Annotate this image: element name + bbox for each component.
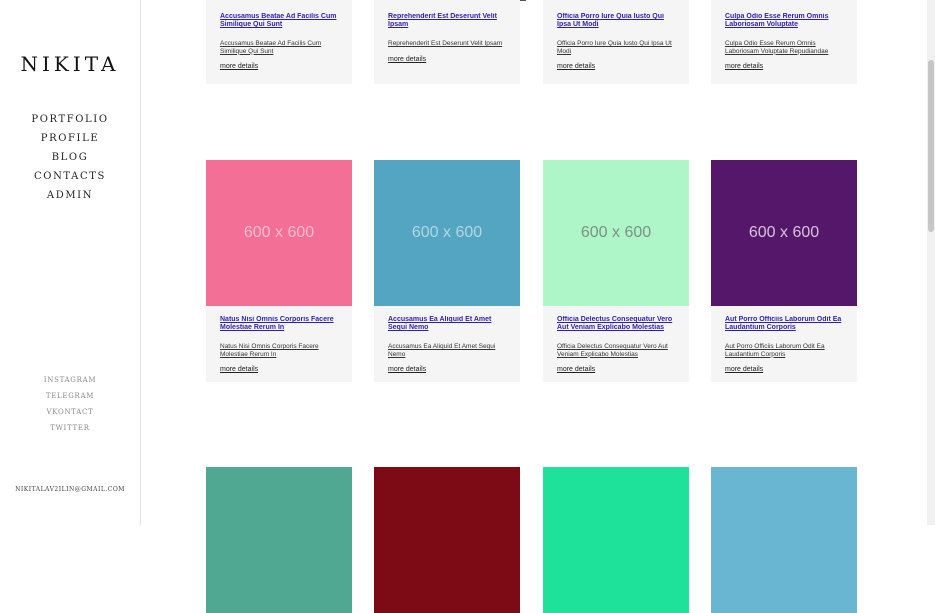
portfolio-card <box>206 467 352 613</box>
more-details-link[interactable]: more details <box>557 366 675 373</box>
image-placeholder-label: 600 x 600 <box>411 224 483 241</box>
portfolio-card: 600 x 600 Officia Delectus Consequatur V… <box>543 160 689 382</box>
portfolio-card <box>543 467 689 613</box>
card-excerpt[interactable]: Accusamus Ea Aliquid Et Amet Sequi Nemo <box>388 343 506 358</box>
card-title-link[interactable]: Culpa Odio Esse Rerum Omnis Laboriosam V… <box>725 13 843 29</box>
card-image[interactable]: 600 x 600 <box>711 160 857 306</box>
more-details-link[interactable]: more details <box>725 366 843 373</box>
card-excerpt[interactable]: Natus Nisi Omnis Corporis Facere Molesti… <box>220 343 338 358</box>
card-title-link[interactable]: Accusamus Ea Aliquid Et Amet Sequi Nemo <box>388 316 506 332</box>
portfolio-card: Reprehenderit Est Deserunt Velit Ipsam R… <box>374 0 520 84</box>
card-excerpt[interactable]: Officia Porro Iure Quia Iusto Qui Ipsa U… <box>557 40 675 55</box>
portfolio-card: 600 x 600 Natus Nisi Omnis Corporis Face… <box>206 160 352 382</box>
card-excerpt[interactable]: Culpa Odio Esse Rerum Omnis Laboriosam V… <box>725 40 843 55</box>
card-excerpt[interactable]: Reprehenderit Est Deserunt Velit Ipsam <box>388 40 506 48</box>
more-details-link[interactable]: more details <box>388 366 506 373</box>
social-vkontact[interactable]: VKONTACT <box>0 407 140 423</box>
portfolio-card <box>374 467 520 613</box>
card-excerpt[interactable]: Aut Porro Officiis Laborum Odit Ea Lauda… <box>725 343 843 358</box>
card-image[interactable] <box>374 467 520 613</box>
image-placeholder-label: 600 x 600 <box>748 224 820 241</box>
page-scrollbar[interactable] <box>927 0 935 525</box>
image-placeholder-label: 600 x 600 <box>580 224 652 241</box>
card-excerpt[interactable]: Officia Delectus Consequatur Vero Aut Ve… <box>557 343 675 358</box>
card-image[interactable]: 600 x 600 <box>206 160 352 306</box>
social-telegram[interactable]: TELEGRAM <box>0 391 140 407</box>
nav-admin[interactable]: ADMIN <box>0 189 140 208</box>
portfolio-card <box>711 467 857 613</box>
portfolio-card: 600 x 600 Aut Porro Officiis Laborum Odi… <box>711 160 857 382</box>
card-title-link[interactable]: Aut Porro Officiis Laborum Odit Ea Lauda… <box>725 316 843 332</box>
more-details-link[interactable]: more details <box>220 63 338 70</box>
card-excerpt[interactable]: Accusamus Beatae Ad Facilis Cum Similiqu… <box>220 40 338 55</box>
card-title-link[interactable]: Reprehenderit Est Deserunt Velit Ipsam <box>388 13 506 29</box>
social-twitter[interactable]: TWITTER <box>0 423 140 439</box>
portfolio-card: Officia Porro Iure Quia Iusto Qui Ipsa U… <box>543 0 689 84</box>
sidebar: NIKITA PORTFOLIO PROFILE BLOG CONTACTS A… <box>0 0 141 525</box>
card-image[interactable]: 600 x 600 <box>374 160 520 306</box>
more-details-link[interactable]: more details <box>220 366 338 373</box>
nav-portfolio[interactable]: PORTFOLIO <box>0 113 140 132</box>
nav-blog[interactable]: BLOG <box>0 151 140 170</box>
card-title-link[interactable]: Officia Porro Iure Quia Iusto Qui Ipsa U… <box>557 13 675 29</box>
card-image[interactable]: 600 x 600 <box>543 160 689 306</box>
card-image[interactable] <box>543 467 689 613</box>
site-logo[interactable]: NIKITA <box>0 52 140 76</box>
more-details-link[interactable]: more details <box>388 56 506 63</box>
main-nav: PORTFOLIO PROFILE BLOG CONTACTS ADMIN <box>0 113 140 208</box>
portfolio-card: Accusamus Beatae Ad Facilis Cum Similiqu… <box>206 0 352 84</box>
more-details-link[interactable]: more details <box>725 63 843 70</box>
nav-contacts[interactable]: CONTACTS <box>0 170 140 189</box>
portfolio-card: 600 x 600 Accusamus Ea Aliquid Et Amet S… <box>374 160 520 382</box>
card-image[interactable] <box>711 467 857 613</box>
card-image[interactable] <box>206 467 352 613</box>
portfolio-card: Culpa Odio Esse Rerum Omnis Laboriosam V… <box>711 0 857 84</box>
card-title-link[interactable]: Natus Nisi Omnis Corporis Facere Molesti… <box>220 316 338 332</box>
scrollbar-thumb[interactable] <box>928 60 934 232</box>
card-title-link[interactable]: Officia Delectus Consequatur Vero Aut Ve… <box>557 316 675 332</box>
social-links: INSTAGRAM TELEGRAM VKONTACT TWITTER <box>0 375 140 439</box>
image-placeholder-label: 600 x 600 <box>243 224 315 241</box>
nav-profile[interactable]: PROFILE <box>0 132 140 151</box>
social-instagram[interactable]: INSTAGRAM <box>0 375 140 391</box>
contact-email[interactable]: NIKITALAV2ILIN@GMAIL.COM <box>0 486 140 493</box>
more-details-link[interactable]: more details <box>557 63 675 70</box>
card-title-link[interactable]: Accusamus Beatae Ad Facilis Cum Similiqu… <box>220 13 338 29</box>
